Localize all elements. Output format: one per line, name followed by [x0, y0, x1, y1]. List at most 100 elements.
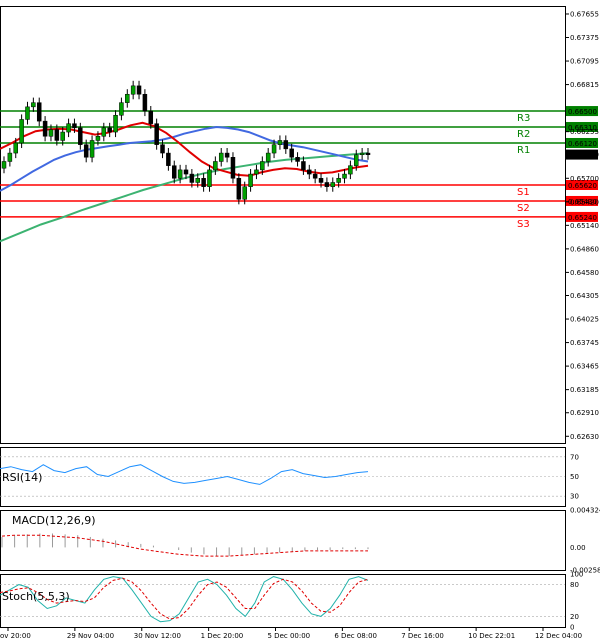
time-tick-label: 10 Dec 22:01	[468, 632, 515, 640]
stoch-tick-label: 100	[570, 571, 583, 579]
forex-chart: R30.66500R20.66310R10.66120S10.65620S20.…	[0, 0, 600, 642]
candle-body	[201, 178, 206, 187]
candle-body	[95, 136, 101, 141]
candle-body	[166, 152, 171, 166]
candle-body	[283, 140, 289, 150]
level-price-label: 0.65620	[568, 182, 597, 190]
candle-body	[142, 93, 148, 112]
level-name-s1: S1	[517, 187, 530, 198]
candle-body	[336, 178, 341, 183]
rsi-tick-label: 50	[570, 473, 579, 481]
price-tick-label: 0.65980	[570, 151, 599, 159]
level-name-r1: R1	[517, 145, 530, 156]
macd-tick-label: 0.004324	[570, 506, 600, 514]
stoch-tick-label: 0	[570, 624, 574, 632]
price-tick-label: 0.63745	[570, 339, 599, 347]
price-tick-label: 0.63185	[570, 386, 599, 394]
candle-body	[130, 85, 136, 95]
time-tick-label: 7 Dec 16:00	[401, 632, 444, 640]
candle-body	[301, 161, 306, 171]
candle-body	[25, 106, 30, 120]
candle-body	[189, 173, 195, 183]
stoch-tick-label: 20	[570, 613, 579, 621]
candle-body	[72, 123, 77, 129]
candle-body	[318, 178, 324, 183]
level-price-label: 0.65240	[568, 214, 597, 222]
price-tick-label: 0.65420	[570, 198, 599, 206]
candle-body	[148, 110, 154, 124]
price-tick-label: 0.63465	[570, 363, 599, 371]
price-tick-label: 0.67655	[570, 10, 599, 18]
candle-body	[177, 169, 183, 179]
candle-body	[89, 140, 95, 158]
price-tick-label: 0.67095	[570, 58, 599, 66]
candle-body	[207, 169, 212, 187]
price-tick-label: 0.65140	[570, 222, 599, 230]
candle-body	[7, 152, 13, 162]
rsi-tick-label: 70	[570, 453, 579, 461]
candle-body	[354, 154, 359, 166]
candle-body	[218, 152, 224, 162]
rsi-title: RSI(14)	[2, 471, 42, 484]
stoch-tick-label: 80	[570, 581, 579, 589]
macd-tick-label: 0.00	[570, 544, 586, 552]
price-tick-label: 0.64860	[570, 245, 599, 253]
level-name-s2: S2	[517, 203, 530, 214]
time-tick-label: 29 Nov 04:00	[67, 632, 114, 640]
candle-body	[248, 173, 253, 187]
candle-body	[19, 119, 24, 144]
candle-body	[113, 115, 118, 133]
candle-body	[125, 93, 130, 103]
time-tick-label: 5 Dec 00:00	[268, 632, 311, 640]
price-tick-label: 0.64025	[570, 316, 599, 324]
candle-body	[1, 161, 7, 169]
candle-body	[277, 140, 283, 145]
stoch-title: Stoch(5,5,3)	[2, 590, 70, 603]
rsi-tick-label: 30	[570, 493, 579, 501]
candle-body	[271, 144, 277, 154]
candle-body	[195, 178, 200, 183]
time-tick-label: 30 Nov 12:00	[134, 632, 181, 640]
time-tick-label: 12 Dec 04:00	[535, 632, 582, 640]
candle-body	[342, 173, 347, 179]
candle-body	[60, 131, 65, 141]
candle-body	[330, 182, 336, 187]
candle-body	[224, 152, 230, 158]
candle-body	[54, 129, 60, 141]
time-tick-label: 6 Dec 08:00	[334, 632, 377, 640]
candle-body	[236, 178, 242, 200]
level-price-label: 0.66500	[568, 108, 597, 116]
candle-body	[42, 120, 48, 137]
macd-title: MACD(12,26,9)	[12, 514, 96, 527]
level-name-s3: S3	[517, 219, 530, 230]
level-name-r2: R2	[517, 129, 530, 140]
candle-body	[295, 157, 300, 162]
price-tick-label: 0.62630	[570, 433, 599, 441]
candle-body	[307, 169, 312, 175]
price-tick-label: 0.66255	[570, 128, 599, 136]
candle-body	[66, 123, 71, 133]
candle-body	[359, 152, 365, 155]
candle-body	[83, 144, 89, 158]
price-tick-label: 0.67375	[570, 34, 599, 42]
candle-body	[154, 123, 159, 145]
candle-body	[230, 157, 236, 179]
candle-body	[260, 161, 265, 171]
candle-body	[242, 186, 247, 200]
candle-body	[78, 127, 83, 145]
price-tick-label: 0.64305	[570, 292, 599, 300]
candle-body	[265, 152, 271, 162]
price-tick-label: 0.62910	[570, 409, 599, 417]
candle-body	[254, 169, 259, 175]
candle-body	[348, 165, 353, 175]
candle-body	[136, 85, 142, 95]
candle-body	[48, 129, 54, 137]
candle-body	[365, 152, 371, 155]
time-tick-label: 1 Dec 20:00	[201, 632, 244, 640]
price-tick-label: 0.64580	[570, 269, 599, 277]
candle-body	[119, 102, 124, 116]
candle-body	[183, 169, 189, 175]
time-tick-label: ov 20:00	[0, 632, 31, 640]
price-tick-label: 0.66815	[570, 81, 599, 89]
level-price-label: 0.66120	[568, 140, 597, 148]
